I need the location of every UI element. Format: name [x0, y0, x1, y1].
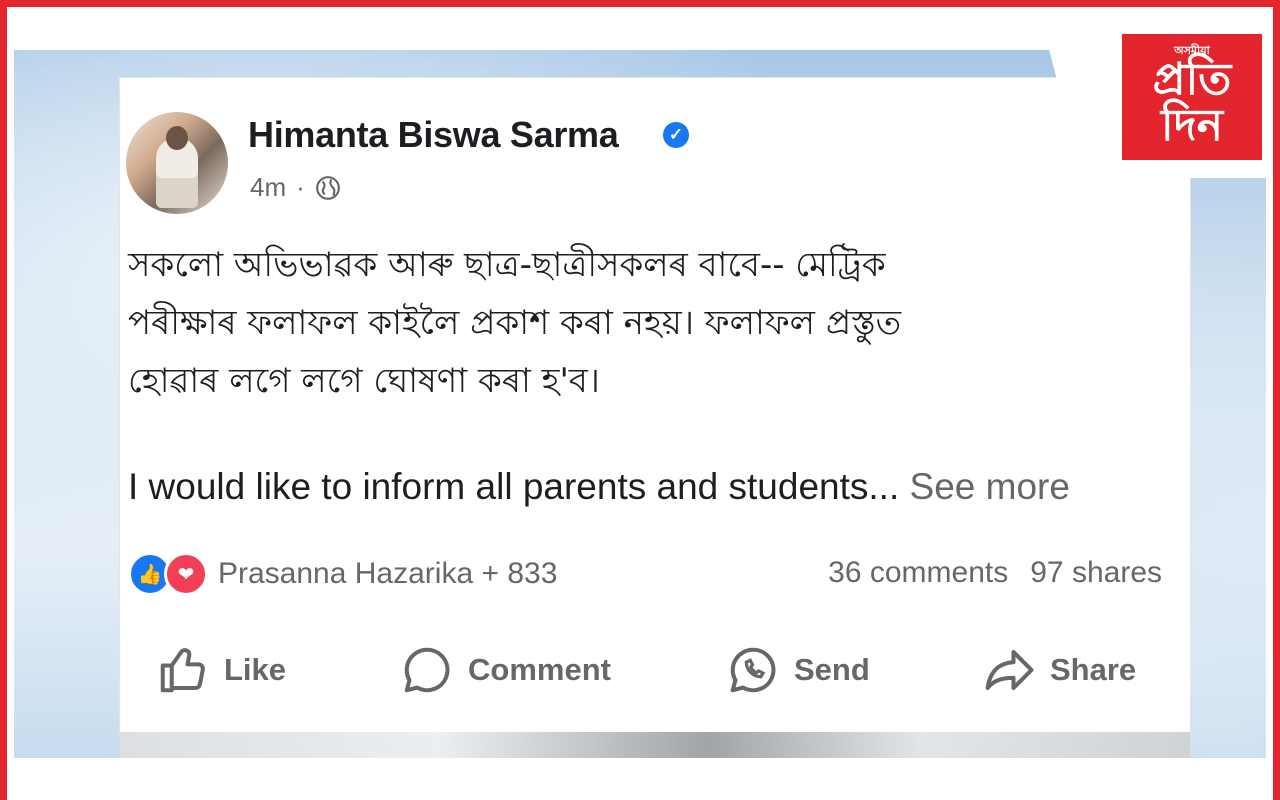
author-name[interactable]: Himanta Biswa Sarma: [248, 114, 619, 156]
like-label: Like: [224, 652, 287, 687]
logo-line-1: প্রতি: [1152, 54, 1232, 105]
share-button[interactable]: Share: [982, 635, 1136, 705]
reaction-text: Prasanna Hazarika + 833: [218, 557, 558, 590]
reaction-summary[interactable]: 👍 ❤ Prasanna Hazarika + 833: [128, 552, 557, 596]
comment-button[interactable]: Comment: [400, 635, 611, 705]
comments-count[interactable]: 36 comments: [828, 556, 1008, 590]
post-body-assamese: সকলো অভিভাৱক আৰু ছাত্ৰ-ছাত্ৰীসকলৰ বাবে--…: [128, 236, 1168, 410]
body-line-3: হোৱাৰ লগে লগে ঘোষণা কৰা হ'ব।: [128, 361, 600, 401]
thumbs-up-icon: [160, 648, 205, 693]
see-more-link[interactable]: See more: [910, 466, 1070, 507]
avatar-head: [166, 126, 188, 150]
shares-count[interactable]: 97 shares: [1030, 556, 1162, 590]
pratidin-logo: অসমীয়া প্রতি দিন: [1122, 34, 1262, 160]
body-line-1: সকলো অভিভাৱক আৰু ছাত্ৰ-ছাত্ৰীসকলৰ বাবে--…: [128, 245, 886, 285]
action-bar: Like Comment Send Share: [120, 635, 1190, 705]
meta-separator: ·: [296, 172, 305, 202]
body-line-2: পৰীক্ষাৰ ফলাফল কাইলৈ প্ৰকাশ কৰা নহয়। ফল…: [128, 303, 902, 343]
post-meta: 4m ·: [250, 172, 341, 203]
verified-badge-icon: ✓: [663, 122, 689, 148]
like-button[interactable]: Like: [156, 635, 286, 705]
english-text: I would like to inform all parents and s…: [128, 466, 900, 507]
send-label: Send: [794, 652, 870, 687]
send-button[interactable]: Send: [726, 635, 870, 705]
author-avatar[interactable]: [126, 112, 228, 214]
share-label: Share: [1050, 652, 1137, 687]
globe-icon: [315, 175, 340, 200]
whatsapp-icon: [730, 647, 776, 693]
post-time[interactable]: 4m: [250, 172, 286, 203]
comment-icon: [404, 647, 450, 693]
card-shadow: [120, 732, 1190, 758]
post-stats: 36 comments 97 shares: [828, 556, 1162, 590]
post-body-english: I would like to inform all parents and s…: [128, 466, 1070, 508]
comment-label: Comment: [468, 652, 611, 687]
logo-line-2: দিন: [1161, 100, 1223, 151]
love-reaction-icon: ❤: [164, 552, 208, 596]
share-icon: [985, 649, 1034, 691]
